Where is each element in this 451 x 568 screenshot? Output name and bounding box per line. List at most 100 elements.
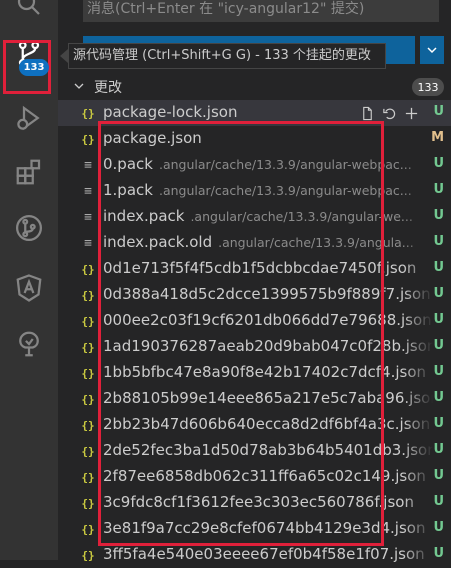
overflow-fade <box>403 230 433 256</box>
file-status-badge: U <box>433 156 444 171</box>
file-status-badge: U <box>433 182 444 197</box>
file-name: 3c9fdc8cf1f3612fee3c303ec560786f.json <box>103 493 414 511</box>
file-row[interactable]: {} 0d1e713f5f4f5cdb1f5dcbbcdae7450f.json U <box>58 256 451 282</box>
file-row[interactable]: ≡ 1.pack .angular/cache/13.3.9/angular-web… <box>58 178 451 204</box>
file-row[interactable]: {} package-lock.json U <box>58 100 451 126</box>
file-name-text: 3e81f9a7cc29e8cfef0674bb4129e3d4.json <box>103 519 426 537</box>
file-status-badge: U <box>433 390 444 405</box>
file-status-badge: U <box>433 364 444 379</box>
file-status-badge: U <box>433 468 444 483</box>
overflow-fade <box>403 282 433 308</box>
file-name-text: 1bb5bfbc47e8a90f8e42b17402c7dcf4.json <box>103 363 427 381</box>
overflow-fade <box>403 464 433 490</box>
discard-changes-icon[interactable] <box>380 104 398 122</box>
commit-message-input[interactable]: 消息(Ctrl+Enter 在 "icy-angular12" 提交) <box>83 0 439 22</box>
file-name: 2b88105b99e14eee865a217e5c7aba96.json <box>103 389 433 407</box>
pending-changes-badge: 133 <box>19 59 49 76</box>
tree-icon[interactable] <box>0 320 58 368</box>
text-file-icon: ≡ <box>84 209 92 225</box>
file-name-text: 2de52fec3ba1d50d78ab3b64b5401db3.json <box>103 441 433 459</box>
file-name: 000ee2c03f19cf6201db066dd7e79688.json <box>103 311 432 329</box>
json-file-icon: {} <box>81 392 95 406</box>
file-row[interactable]: {} package.json M <box>58 126 451 152</box>
file-row[interactable]: {} 1bb5bfbc47e8a90f8e42b17402c7dcf4.json U <box>58 360 451 386</box>
row-actions <box>358 104 420 122</box>
file-row[interactable]: {} 000ee2c03f19cf6201db066dd7e79688.json U <box>58 308 451 334</box>
changes-label: 更改 <box>94 80 122 96</box>
file-row[interactable]: {} 0d388a418d5c2dcce1399575b9f889f7.json U <box>58 282 451 308</box>
json-file-icon: {} <box>81 262 95 276</box>
file-name: index.pack .angular/cache/13.3.9/angular-… <box>103 207 413 225</box>
json-file-icon: {} <box>81 106 95 120</box>
file-row[interactable]: ≡ 0.pack .angular/cache/13.3.9/angular-web… <box>58 152 451 178</box>
file-name: 1ad190376287aeab20d9bab047c0f28b.json <box>103 337 433 355</box>
tooltip-arrow <box>60 49 68 63</box>
json-file-icon: {} <box>81 444 95 458</box>
changes-section-header[interactable]: 更改 133 <box>58 75 451 99</box>
file-row[interactable]: ≡ index.pack .angular/cache/13.3.9/angular… <box>58 204 451 230</box>
json-file-icon: {} <box>81 366 95 380</box>
file-row[interactable]: ≡ index.pack.old .angular/cache/13.3.9/ang… <box>58 230 451 256</box>
file-status-badge: U <box>433 234 444 249</box>
file-status-badge: U <box>433 494 444 509</box>
file-name-text: index.pack <box>103 207 185 225</box>
run-debug-icon[interactable] <box>0 94 58 142</box>
changes-count-badge: 133 <box>412 78 444 96</box>
commit-dropdown-button[interactable] <box>420 36 444 64</box>
json-file-icon: {} <box>81 470 95 484</box>
file-row[interactable]: {} 3c9fdc8cf1f3612fee3c303ec560786f.json U <box>58 490 451 516</box>
overflow-fade <box>403 542 433 568</box>
file-path: .angular/cache/13.3.9/angular-webpac... <box>158 157 412 172</box>
file-status-badge: U <box>433 416 444 431</box>
overflow-fade <box>403 152 433 178</box>
json-file-icon: {} <box>81 288 95 302</box>
text-file-icon: ≡ <box>84 183 92 199</box>
overflow-fade <box>403 334 433 360</box>
file-name: 0d1e713f5f4f5cdb1f5dcbbcdae7450f.json <box>103 259 416 277</box>
file-row[interactable]: {} 2b88105b99e14eee865a217e5c7aba96.json U <box>58 386 451 412</box>
json-file-icon: {} <box>81 132 95 146</box>
open-file-icon[interactable] <box>358 104 376 122</box>
overflow-fade <box>403 438 433 464</box>
json-file-icon: {} <box>81 340 95 354</box>
source-control-tooltip: 源代码管理 (Ctrl+Shift+G G) - 133 个挂起的更改 <box>68 43 386 69</box>
file-name-text: 1.pack <box>103 181 153 199</box>
file-path: .angular/cache/13.3.9/angula... <box>218 235 414 250</box>
file-status-badge: U <box>433 338 444 353</box>
stage-changes-icon[interactable] <box>402 104 420 122</box>
file-status-badge: U <box>433 104 444 119</box>
file-row[interactable]: {} 3ff5fa4e540e03eeee67ef0b4f58e1f07.json… <box>58 542 451 568</box>
file-name: 3ff5fa4e540e03eeee67ef0b4f58e1f07.json <box>103 545 425 563</box>
file-row[interactable]: {} 3e81f9a7cc29e8cfef0674bb4129e3d4.json U <box>58 516 451 542</box>
file-name-text: package.json <box>103 129 202 147</box>
angular-icon[interactable] <box>0 264 58 312</box>
file-name-text: 3ff5fa4e540e03eeee67ef0b4f58e1f07.json <box>103 545 425 563</box>
file-name: package-lock.json <box>103 103 237 121</box>
file-row[interactable]: {} 1ad190376287aeab20d9bab047c0f28b.json U <box>58 334 451 360</box>
text-file-icon: ≡ <box>84 157 92 173</box>
file-status-badge: U <box>433 546 444 561</box>
file-row[interactable]: {} 2bb23b47d606b640ecca8d2df6bf4a3c.json U <box>58 412 451 438</box>
overflow-fade <box>403 360 433 386</box>
extensions-icon[interactable] <box>0 148 58 196</box>
file-name-text: index.pack.old <box>103 233 213 251</box>
file-name: 3e81f9a7cc29e8cfef0674bb4129e3d4.json <box>103 519 425 537</box>
file-name: 1.pack .angular/cache/13.3.9/angular-webp… <box>103 181 412 199</box>
file-name: 0d388a418d5c2dcce1399575b9f889f7.json <box>103 285 431 303</box>
git-graph-icon[interactable] <box>0 204 58 252</box>
changes-file-list: {} package-lock.json U {} package.json M ≡ 0.pa… <box>58 100 451 568</box>
file-row[interactable]: {} 2de52fec3ba1d50d78ab3b64b5401db3.json U <box>58 438 451 464</box>
json-file-icon: {} <box>81 548 95 562</box>
file-name: 0.pack .angular/cache/13.3.9/angular-webp… <box>103 155 412 173</box>
search-icon[interactable] <box>0 0 58 28</box>
overflow-fade <box>403 490 433 516</box>
json-file-icon: {} <box>81 496 95 510</box>
file-row[interactable]: {} 2f87ee6858db062c311ff6a65c02c149.json U <box>58 464 451 490</box>
file-name: package.json <box>103 129 202 147</box>
file-name-text: 1ad190376287aeab20d9bab047c0f28b.json <box>103 337 433 355</box>
chevron-down-icon <box>427 47 437 54</box>
file-status-badge: U <box>433 260 444 275</box>
text-file-icon: ≡ <box>84 235 92 251</box>
file-status-badge: U <box>433 208 444 223</box>
json-file-icon: {} <box>81 418 95 432</box>
